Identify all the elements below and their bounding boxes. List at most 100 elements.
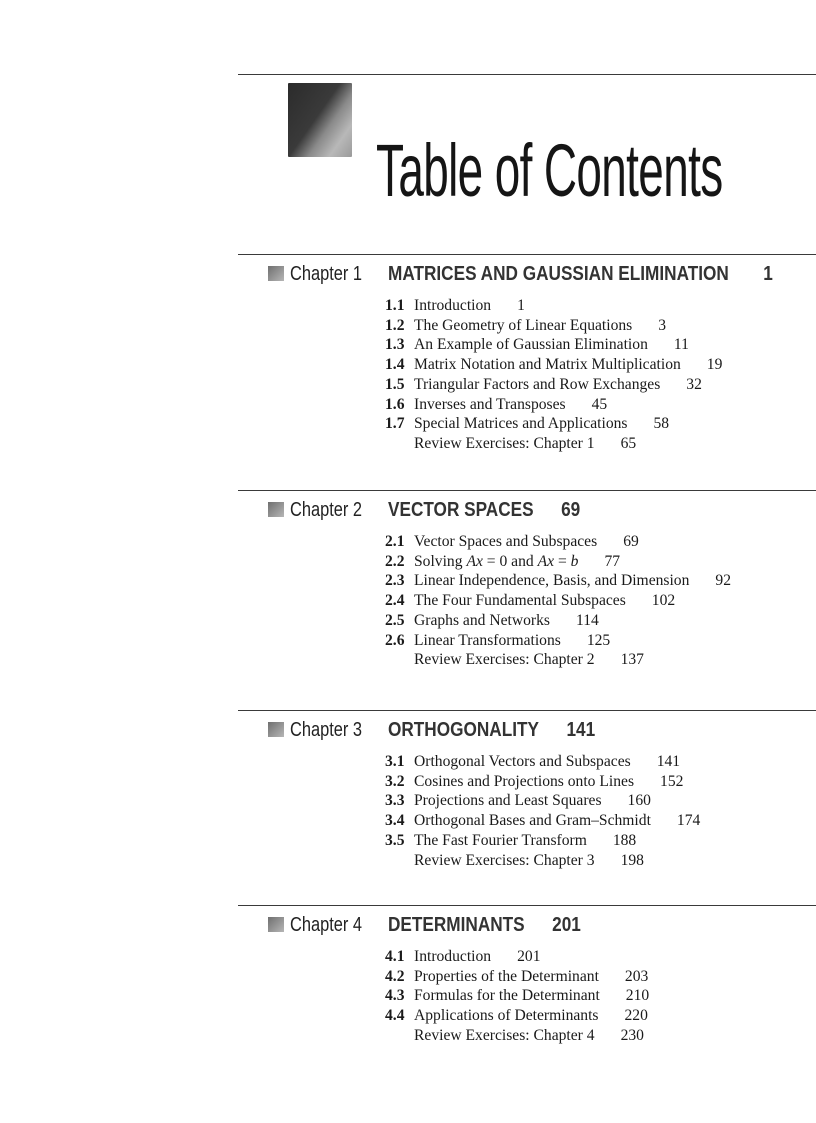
section-title: The Four Fundamental Subspaces: [414, 592, 626, 610]
section-entry[interactable]: 3.2 Cosines and Projections onto Lines 152: [385, 772, 816, 792]
section-entry[interactable]: 2.5 Graphs and Networks 114: [385, 611, 816, 631]
chapter-title: MATRICES AND GAUSSIAN ELIMINATION 1: [388, 261, 773, 287]
section-title: Formulas for the Determinant: [414, 987, 600, 1005]
section-number: 4.2: [385, 967, 405, 985]
section-title: Vector Spaces and Subspaces: [414, 533, 598, 550]
chapter-heading[interactable]: Chapter 1 MATRICES AND GAUSSIAN ELIMINATI…: [238, 260, 816, 288]
review-exercises-entry[interactable]: Review Exercises: Chapter 2 137: [385, 650, 816, 670]
section-page-number: 160: [627, 792, 651, 810]
review-exercises-entry[interactable]: Review Exercises: Chapter 1 65: [385, 434, 816, 454]
section-title: Solving Ax = 0 and Ax = b: [414, 552, 579, 570]
section-entry[interactable]: 1.4 Matrix Notation and Matrix Multiplica…: [385, 355, 816, 375]
chapter-title: ORTHOGONALITY 141: [388, 717, 595, 743]
section-number: 2.1: [385, 533, 405, 550]
chapter-4: Chapter 4 DETERMINANTS 201 4.1 Introduction 2…: [238, 905, 816, 1062]
section-number: 1.6: [385, 395, 405, 413]
section-entry[interactable]: 1.1 Introduction 1: [385, 296, 816, 316]
chapter-page-number: 201: [552, 914, 581, 936]
section-page-number: 69: [623, 533, 639, 550]
section-entry[interactable]: 3.3 Projections and Least Squares 160: [385, 791, 816, 811]
chapter-bullet-icon: [268, 502, 284, 517]
section-title: Graphs and Networks: [414, 611, 550, 629]
chapter-label: Chapter 2: [290, 499, 363, 521]
section-number: 3.4: [385, 812, 405, 830]
chapter-divider: [238, 254, 816, 255]
section-title: Linear Transformations: [414, 631, 561, 649]
section-entry[interactable]: 2.3 Linear Independence, Basis, and Dimen…: [385, 571, 816, 591]
section-entry[interactable]: 3.1 Orthogonal Vectors and Subspaces 141: [385, 752, 816, 772]
section-entry[interactable]: 3.5 The Fast Fourier Transform 188: [385, 831, 816, 851]
chapter-1: Chapter 1 MATRICES AND GAUSSIAN ELIMINATI…: [238, 254, 816, 470]
chapter-title-text: VECTOR SPACES: [388, 499, 534, 521]
chapter-divider: [238, 490, 816, 491]
section-number: 3.5: [385, 831, 405, 849]
section-list: 2.1 Vector Spaces and Subspaces 69 2.2 Solvi…: [385, 532, 816, 670]
section-entry[interactable]: 2.1 Vector Spaces and Subspaces 69: [385, 532, 816, 552]
header-logo-square: [288, 83, 352, 157]
section-number: 2.5: [385, 611, 405, 629]
section-title: Projections and Least Squares: [414, 792, 602, 810]
chapter-3: Chapter 3 ORTHOGONALITY 141 3.1 Orthogonal V…: [238, 710, 816, 886]
section-title: Review Exercises: Chapter 1: [414, 434, 595, 452]
chapter-title-text: MATRICES AND GAUSSIAN ELIMINATION: [388, 263, 729, 285]
chapter-page-number: 141: [566, 719, 596, 741]
section-title: An Example of Gaussian Elimination: [414, 336, 648, 354]
section-page-number: 32: [686, 375, 702, 393]
section-page-number: 210: [625, 987, 650, 1005]
review-exercises-entry[interactable]: Review Exercises: Chapter 4 230: [385, 1026, 816, 1046]
section-title: Orthogonal Bases and Gram–Schmidt: [414, 812, 651, 830]
section-entry[interactable]: 4.2 Properties of the Determinant 203: [385, 967, 816, 987]
section-page-number: 174: [676, 812, 701, 830]
section-entry[interactable]: 2.2 Solving Ax = 0 and Ax = b 77: [385, 552, 816, 572]
section-page-number: 125: [586, 631, 611, 649]
section-entry[interactable]: 4.1 Introduction 201: [385, 947, 816, 967]
section-page-number: 58: [653, 415, 670, 433]
chapter-page-number: 1: [763, 263, 773, 285]
section-number: 4.1: [385, 948, 405, 965]
chapter-2: Chapter 2 VECTOR SPACES 69 2.1 Vector Spaces…: [238, 490, 816, 686]
section-number: 1.4: [385, 356, 405, 374]
section-page-number: 152: [660, 772, 684, 790]
section-entry[interactable]: 2.6 Linear Transformations 125: [385, 631, 816, 651]
section-page-number: 92: [715, 572, 731, 590]
section-number: 2.4: [385, 592, 405, 610]
section-entry[interactable]: 3.4 Orthogonal Bases and Gram–Schmidt 174: [385, 811, 816, 831]
chapter-heading[interactable]: Chapter 4 DETERMINANTS 201: [238, 911, 816, 939]
chapter-heading[interactable]: Chapter 3 ORTHOGONALITY 141: [238, 716, 816, 744]
section-title: Properties of the Determinant: [414, 967, 599, 985]
section-entry[interactable]: 1.7 Special Matrices and Applications 58: [385, 414, 816, 434]
header-rule: [238, 74, 816, 75]
section-page-number: 102: [651, 592, 676, 610]
section-title: Matrix Notation and Matrix Multiplicatio…: [414, 356, 681, 374]
section-page-number: 141: [656, 753, 681, 770]
section-title: Orthogonal Vectors and Subspaces: [414, 753, 631, 770]
section-page-number: 3: [658, 316, 667, 334]
section-number: 1.7: [385, 415, 405, 433]
section-number: 1.2: [385, 316, 405, 334]
section-title: Triangular Factors and Row Exchanges: [414, 375, 661, 393]
review-exercises-entry[interactable]: Review Exercises: Chapter 3 198: [385, 851, 816, 871]
section-number: 1.1: [385, 297, 405, 314]
section-entry[interactable]: 1.6 Inverses and Transposes 45: [385, 395, 816, 415]
chapter-heading[interactable]: Chapter 2 VECTOR SPACES 69: [238, 496, 816, 524]
section-list: 3.1 Orthogonal Vectors and Subspaces 141 3.…: [385, 752, 816, 870]
chapter-label: Chapter 4: [290, 914, 363, 936]
section-entry[interactable]: 1.2 The Geometry of Linear Equations 3: [385, 316, 816, 336]
section-page-number: 220: [624, 1007, 648, 1025]
chapter-title-text: ORTHOGONALITY: [388, 719, 539, 741]
section-page-number: 203: [624, 967, 649, 985]
section-number: 3.1: [385, 753, 405, 770]
section-entry[interactable]: 4.4 Applications of Determinants 220: [385, 1006, 816, 1026]
section-entry[interactable]: 1.5 Triangular Factors and Row Exchanges 3…: [385, 375, 816, 395]
chapter-bullet-icon: [268, 917, 284, 932]
section-number: 4.3: [385, 987, 405, 1005]
section-entry[interactable]: 1.3 An Example of Gaussian Elimination 11: [385, 335, 816, 355]
section-page-number: 45: [591, 395, 608, 413]
section-page-number: 65: [620, 434, 637, 452]
section-number: 3.2: [385, 772, 405, 790]
section-page-number: 201: [517, 948, 541, 965]
section-entry[interactable]: 4.3 Formulas for the Determinant 210: [385, 986, 816, 1006]
section-entry[interactable]: 2.4 The Four Fundamental Subspaces 102: [385, 591, 816, 611]
section-title: Introduction: [414, 948, 492, 965]
section-page-number: 77: [604, 552, 621, 570]
